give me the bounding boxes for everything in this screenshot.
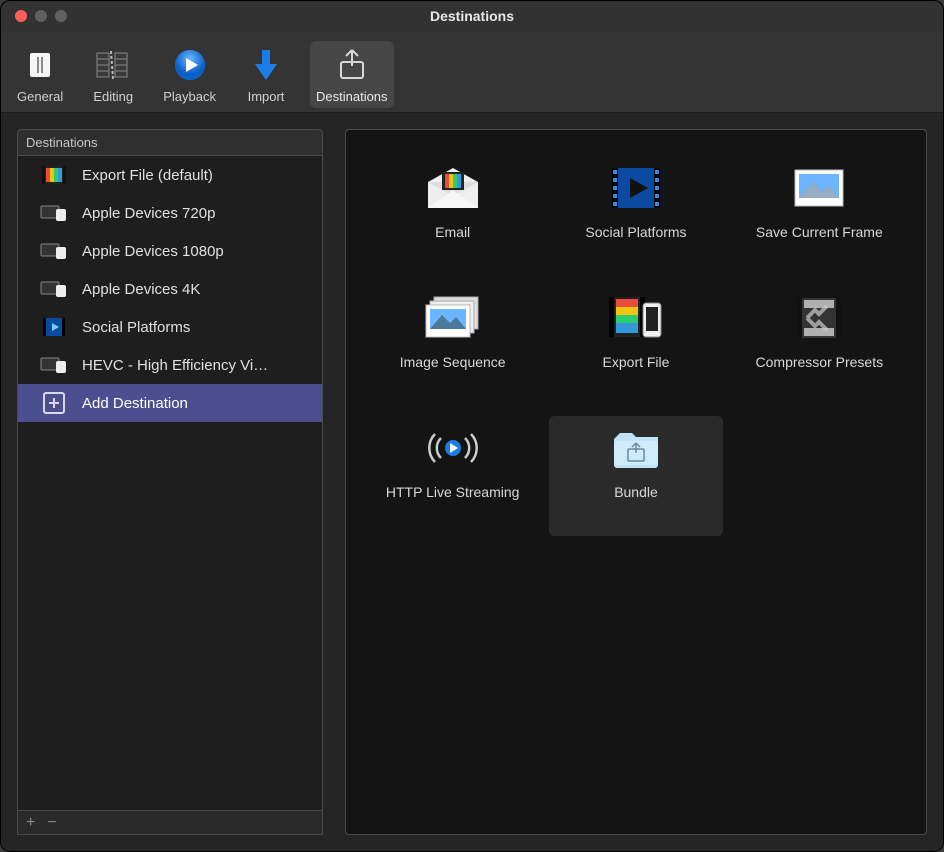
gallery-item-bundle[interactable]: Bundle — [549, 416, 722, 536]
devices-icon — [40, 202, 68, 224]
settings-window: Destinations General — [0, 0, 944, 852]
broadcast-icon — [423, 422, 483, 474]
toolbar-tab-import[interactable]: Import — [240, 41, 292, 108]
devices-icon — [40, 354, 68, 376]
envelope-icon — [423, 162, 483, 214]
gallery-item-label: HTTP Live Streaming — [386, 484, 520, 500]
content-area: Destinations Export File (default) Apple… — [1, 113, 943, 851]
film-color-icon — [40, 164, 68, 186]
gallery-item-email[interactable]: Email — [366, 156, 539, 276]
devices-icon — [40, 278, 68, 300]
sidebar-item-label: Add Destination — [82, 395, 300, 412]
photo-stack-icon — [423, 292, 483, 344]
gallery-item-compressor-presets[interactable]: Compressor Presets — [733, 286, 906, 406]
gallery-item-label: Bundle — [614, 484, 658, 500]
toolbar-tab-label: Editing — [93, 89, 133, 104]
zoom-window-button[interactable] — [55, 10, 67, 22]
film-play-icon — [606, 162, 666, 214]
toolbar-tab-label: Playback — [163, 89, 216, 104]
gallery-item-label: Compressor Presets — [756, 354, 884, 370]
download-arrow-icon — [246, 45, 286, 85]
sidebar-item-label: Social Platforms — [82, 319, 300, 336]
destination-gallery: Email Social Platforms Save Current Fram… — [345, 129, 927, 835]
toolbar-tab-destinations[interactable]: Destinations — [310, 41, 394, 108]
toolbar-tab-playback[interactable]: Playback — [157, 41, 222, 108]
devices-icon — [40, 240, 68, 262]
sidebar-item-label: HEVC - High Efficiency Vi… — [82, 357, 300, 374]
sidebar-item-label: Export File (default) — [82, 167, 300, 184]
minimize-window-button[interactable] — [35, 10, 47, 22]
toolbar-tab-label: Destinations — [316, 89, 388, 104]
gallery-item-label: Export File — [603, 354, 670, 370]
sidebar-list: Export File (default) Apple Devices 720p… — [17, 155, 323, 811]
sidebar-item-hevc[interactable]: HEVC - High Efficiency Vi… — [18, 346, 322, 384]
sidebar-item-export-file[interactable]: Export File (default) — [18, 156, 322, 194]
gallery-item-social-platforms[interactable]: Social Platforms — [549, 156, 722, 276]
window-controls — [1, 10, 67, 22]
toolbar-tab-editing[interactable]: Editing — [87, 41, 139, 108]
sidebar-item-apple-720p[interactable]: Apple Devices 720p — [18, 194, 322, 232]
sidebar-item-label: Apple Devices 720p — [82, 205, 300, 222]
compressor-icon — [789, 292, 849, 344]
photo-icon — [789, 162, 849, 214]
gallery-item-label: Save Current Frame — [756, 224, 883, 240]
film-phone-icon — [606, 292, 666, 344]
add-button[interactable]: + — [26, 814, 35, 832]
sidebar-item-add-destination[interactable]: Add Destination — [18, 384, 322, 422]
toolbar-tab-label: General — [17, 89, 63, 104]
sidebar-item-label: Apple Devices 1080p — [82, 243, 300, 260]
slider-icon — [20, 45, 60, 85]
film-play-icon — [40, 316, 68, 338]
toolbar-tab-general[interactable]: General — [11, 41, 69, 108]
sidebar-item-social-platforms[interactable]: Social Platforms — [18, 308, 322, 346]
sidebar-footer: + − — [17, 811, 323, 835]
share-icon — [332, 45, 372, 85]
toolbar-tab-label: Import — [248, 89, 285, 104]
gallery-item-label: Email — [435, 224, 470, 240]
gallery-item-image-sequence[interactable]: Image Sequence — [366, 286, 539, 406]
remove-button[interactable]: − — [47, 814, 56, 832]
close-window-button[interactable] — [15, 10, 27, 22]
sidebar-item-label: Apple Devices 4K — [82, 281, 300, 298]
sidebar-item-apple-4k[interactable]: Apple Devices 4K — [18, 270, 322, 308]
window-title: Destinations — [1, 8, 943, 24]
gallery-item-save-current-frame[interactable]: Save Current Frame — [733, 156, 906, 276]
sidebar-item-apple-1080p[interactable]: Apple Devices 1080p — [18, 232, 322, 270]
plus-box-icon — [40, 392, 68, 414]
folder-share-icon — [606, 422, 666, 474]
film-reel-icon — [93, 45, 133, 85]
toolbar: General Editing — [1, 31, 943, 113]
gallery-item-label: Social Platforms — [585, 224, 686, 240]
gallery-item-export-file[interactable]: Export File — [549, 286, 722, 406]
play-circle-icon — [170, 45, 210, 85]
gallery-item-http-live-streaming[interactable]: HTTP Live Streaming — [366, 416, 539, 536]
sidebar-header: Destinations — [17, 129, 323, 155]
gallery-item-label: Image Sequence — [400, 354, 506, 370]
sidebar: Destinations Export File (default) Apple… — [17, 129, 323, 835]
titlebar: Destinations — [1, 1, 943, 31]
